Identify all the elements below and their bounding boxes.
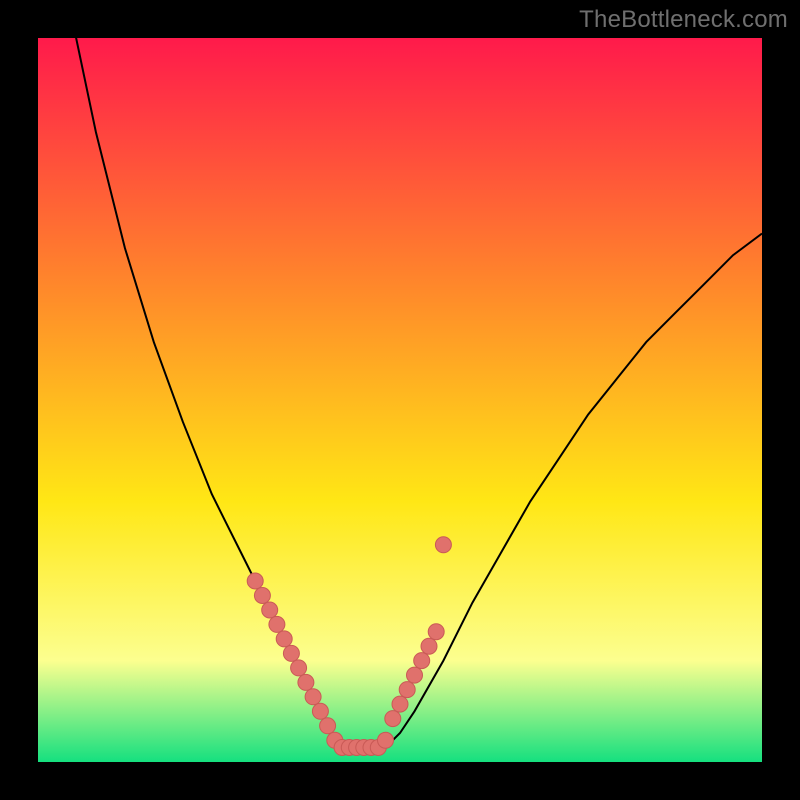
highlight-dot [254, 588, 270, 604]
highlight-dot [262, 602, 278, 618]
curve-layer [38, 38, 762, 762]
highlight-dot [269, 616, 285, 632]
bottleneck-curve [38, 38, 762, 748]
highlight-dot [399, 682, 415, 698]
highlight-dot [421, 638, 437, 654]
highlight-dot [283, 645, 299, 661]
watermark-text: TheBottleneck.com [579, 6, 788, 34]
highlight-dot [385, 711, 401, 727]
highlight-dot [392, 696, 408, 712]
highlight-dot [247, 573, 263, 589]
highlight-dot [435, 537, 451, 553]
plot-area [38, 38, 762, 762]
highlight-dots-group [247, 537, 451, 756]
highlight-dot [407, 667, 423, 683]
highlight-dot [414, 653, 430, 669]
chart-stage: TheBottleneck.com [0, 0, 800, 800]
highlight-dot [378, 732, 394, 748]
highlight-dot [298, 674, 314, 690]
highlight-dot [276, 631, 292, 647]
highlight-dot [291, 660, 307, 676]
highlight-dot [305, 689, 321, 705]
highlight-dot [320, 718, 336, 734]
highlight-dot [312, 703, 328, 719]
highlight-dot [428, 624, 444, 640]
